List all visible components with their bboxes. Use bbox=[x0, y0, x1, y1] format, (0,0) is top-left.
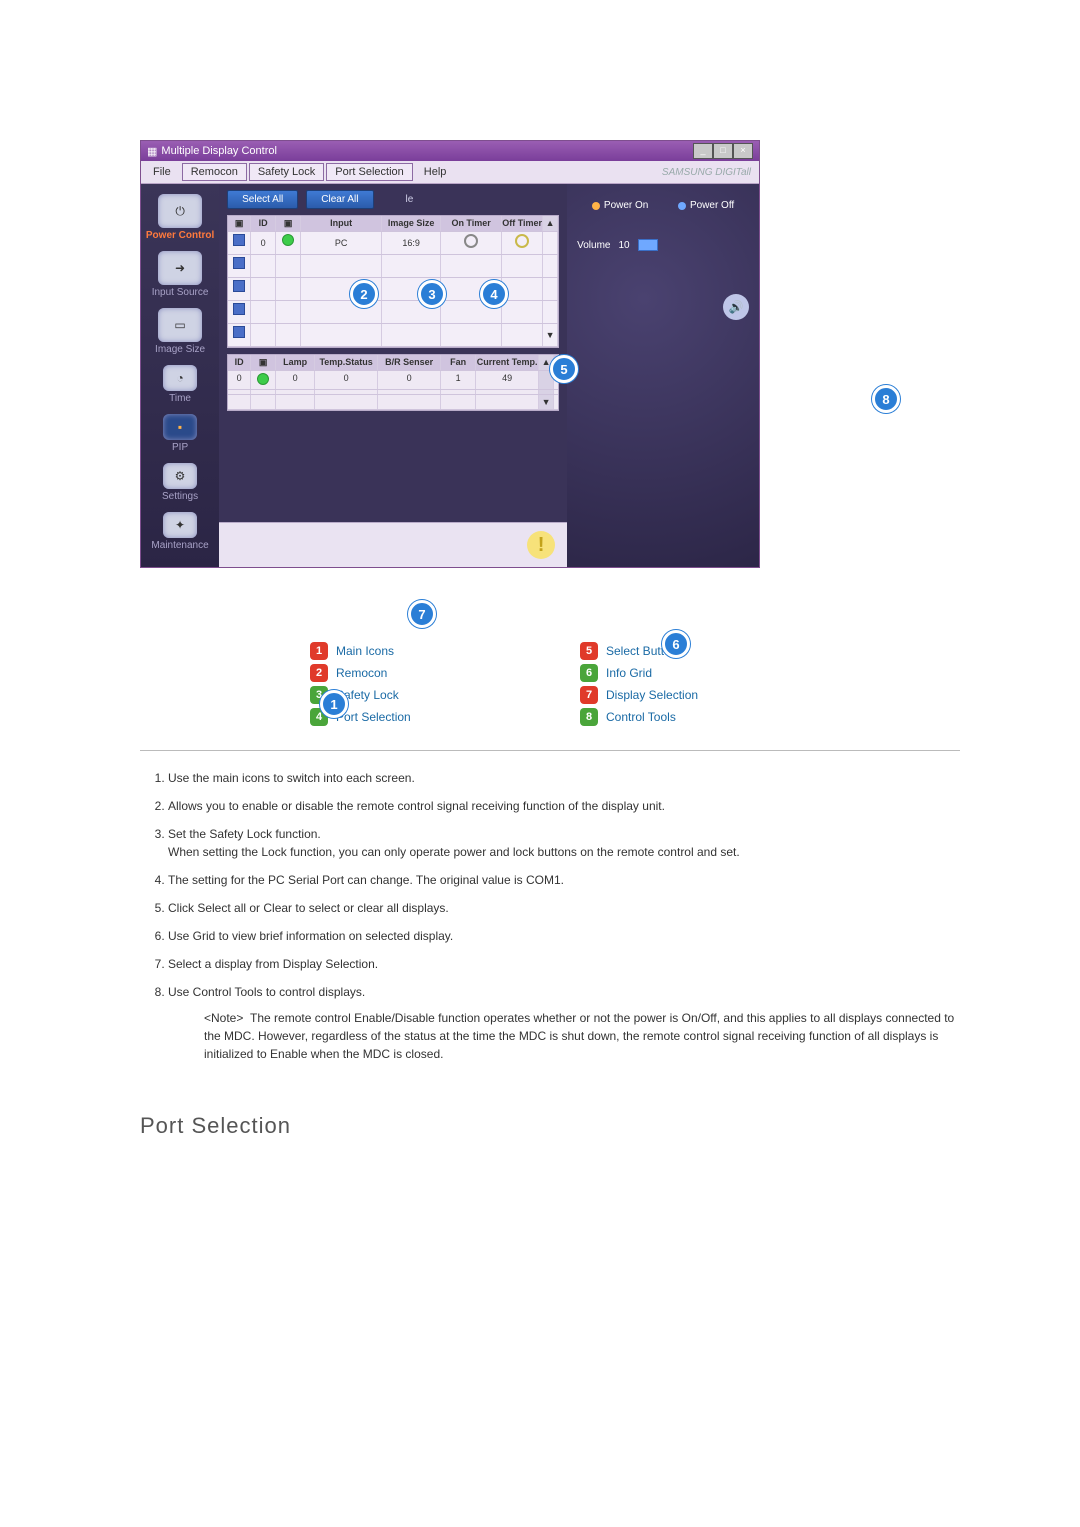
row-checkbox[interactable] bbox=[233, 234, 245, 246]
status-dot-icon bbox=[282, 234, 294, 246]
titlebar: ▦ Multiple Display Control _ □ × bbox=[141, 141, 759, 161]
maintenance-icon: ✦ bbox=[175, 518, 185, 532]
legend: 1Main Icons 2Remocon 3Safety Lock 4Port … bbox=[310, 638, 790, 730]
app-window: ▦ Multiple Display Control _ □ × File Re… bbox=[140, 140, 760, 568]
on-timer-indicator-icon bbox=[464, 234, 478, 248]
power-on-dot-icon bbox=[592, 202, 600, 210]
legend-8: Control Tools bbox=[606, 710, 676, 724]
sidebar: ⏻ Power Control ➜ Input Source ▭ Image S… bbox=[141, 184, 219, 567]
menu-safety-lock[interactable]: Safety Lock bbox=[249, 163, 324, 181]
callout-3: 3 bbox=[418, 280, 446, 308]
description-list: Use the main icons to switch into each s… bbox=[140, 769, 960, 1063]
callout-8: 8 bbox=[872, 385, 900, 413]
callout-5: 5 bbox=[550, 355, 578, 383]
sidebar-image-size[interactable]: ▭ Image Size bbox=[141, 308, 219, 355]
section-title: Port Selection bbox=[140, 1113, 960, 1139]
power-icon: ⏻ bbox=[175, 204, 185, 219]
sidebar-pip[interactable]: ▪ PIP bbox=[141, 414, 219, 453]
desc-4: The setting for the PC Serial Port can c… bbox=[168, 871, 960, 889]
clock-icon: ◔ bbox=[176, 371, 183, 385]
sidebar-settings[interactable]: ⚙ Settings bbox=[141, 463, 219, 502]
table-row[interactable]: 0 PC 16:9 bbox=[228, 232, 558, 255]
app-icon: ▦ bbox=[147, 145, 157, 158]
power-off-dot-icon bbox=[678, 202, 686, 210]
sidebar-maintenance[interactable]: ✦ Maintenance bbox=[141, 512, 219, 551]
desc-8: Use Control Tools to control displays. <… bbox=[168, 983, 960, 1063]
volume-slider[interactable] bbox=[638, 239, 658, 251]
table-row[interactable]: 0 0 0 0 1 49 bbox=[228, 371, 558, 390]
menu-port-selection[interactable]: Port Selection bbox=[326, 163, 412, 181]
volume-label: Volume bbox=[577, 240, 610, 251]
info-grid: ▣ ID ▣ Input Image Size On Timer Off Tim… bbox=[227, 215, 559, 348]
legend-7: Display Selection bbox=[606, 688, 698, 702]
status-bar: ! bbox=[219, 522, 567, 567]
legend-1: Main Icons bbox=[336, 644, 394, 658]
app-screenshot: ▦ Multiple Display Control _ □ × File Re… bbox=[140, 140, 760, 568]
pip-icon: ▪ bbox=[178, 420, 182, 434]
legend-6: Info Grid bbox=[606, 666, 652, 680]
off-timer-indicator-icon bbox=[515, 234, 529, 248]
warning-icon: ! bbox=[527, 531, 555, 559]
note-body: The remote control Enable/Disable functi… bbox=[204, 1011, 954, 1061]
callout-2: 2 bbox=[350, 280, 378, 308]
menu-file[interactable]: File bbox=[143, 163, 181, 181]
maximize-button[interactable]: □ bbox=[713, 143, 733, 159]
sidebar-input-source[interactable]: ➜ Input Source bbox=[141, 251, 219, 298]
input-icon: ➜ bbox=[175, 261, 185, 275]
gear-icon: ⚙ bbox=[175, 469, 186, 483]
desc-2: Allows you to enable or disable the remo… bbox=[168, 797, 960, 815]
sidebar-power-control[interactable]: ⏻ Power Control bbox=[141, 194, 219, 241]
speaker-icon[interactable]: 🔊 bbox=[723, 294, 749, 320]
legend-4: Port Selection bbox=[336, 710, 411, 724]
close-button[interactable]: × bbox=[733, 143, 753, 159]
desc-3: Set the Safety Lock function. When setti… bbox=[168, 825, 960, 861]
image-size-icon: ▭ bbox=[174, 318, 185, 332]
note-label: <Note> bbox=[204, 1011, 243, 1025]
main-area: Select All Clear All le ▣ ID ▣ Input Ima… bbox=[219, 184, 567, 567]
control-tools-panel: Power On Power Off Volume 10 🔊 bbox=[567, 184, 759, 567]
power-on-button[interactable]: Power On bbox=[592, 200, 648, 211]
callout-7: 7 bbox=[408, 600, 436, 628]
status-dot-icon bbox=[257, 373, 269, 385]
callout-1: 1 bbox=[320, 690, 348, 718]
desc-6: Use Grid to view brief information on se… bbox=[168, 927, 960, 945]
menubar: File Remocon Safety Lock Port Selection … bbox=[141, 161, 759, 184]
minimize-button[interactable]: _ bbox=[693, 143, 713, 159]
brand-label: SAMSUNG DIGITall bbox=[662, 167, 757, 178]
callout-6: 6 bbox=[662, 630, 690, 658]
toolbar-extra-label: le bbox=[406, 194, 414, 205]
clear-all-button[interactable]: Clear All bbox=[306, 190, 373, 209]
menu-help[interactable]: Help bbox=[414, 163, 457, 181]
callout-4: 4 bbox=[480, 280, 508, 308]
select-all-button[interactable]: Select All bbox=[227, 190, 298, 209]
volume-value: 10 bbox=[618, 240, 629, 251]
legend-2: Remocon bbox=[336, 666, 387, 680]
display-selection-grid: ID ▣ Lamp Temp.Status B/R Senser Fan Cur… bbox=[227, 354, 559, 411]
sidebar-time[interactable]: ◔ Time bbox=[141, 365, 219, 404]
desc-5: Click Select all or Clear to select or c… bbox=[168, 899, 960, 917]
power-off-button[interactable]: Power Off bbox=[678, 200, 734, 211]
menu-remocon[interactable]: Remocon bbox=[182, 163, 247, 181]
desc-7: Select a display from Display Selection. bbox=[168, 955, 960, 973]
window-title: Multiple Display Control bbox=[161, 145, 277, 157]
desc-1: Use the main icons to switch into each s… bbox=[168, 769, 960, 787]
